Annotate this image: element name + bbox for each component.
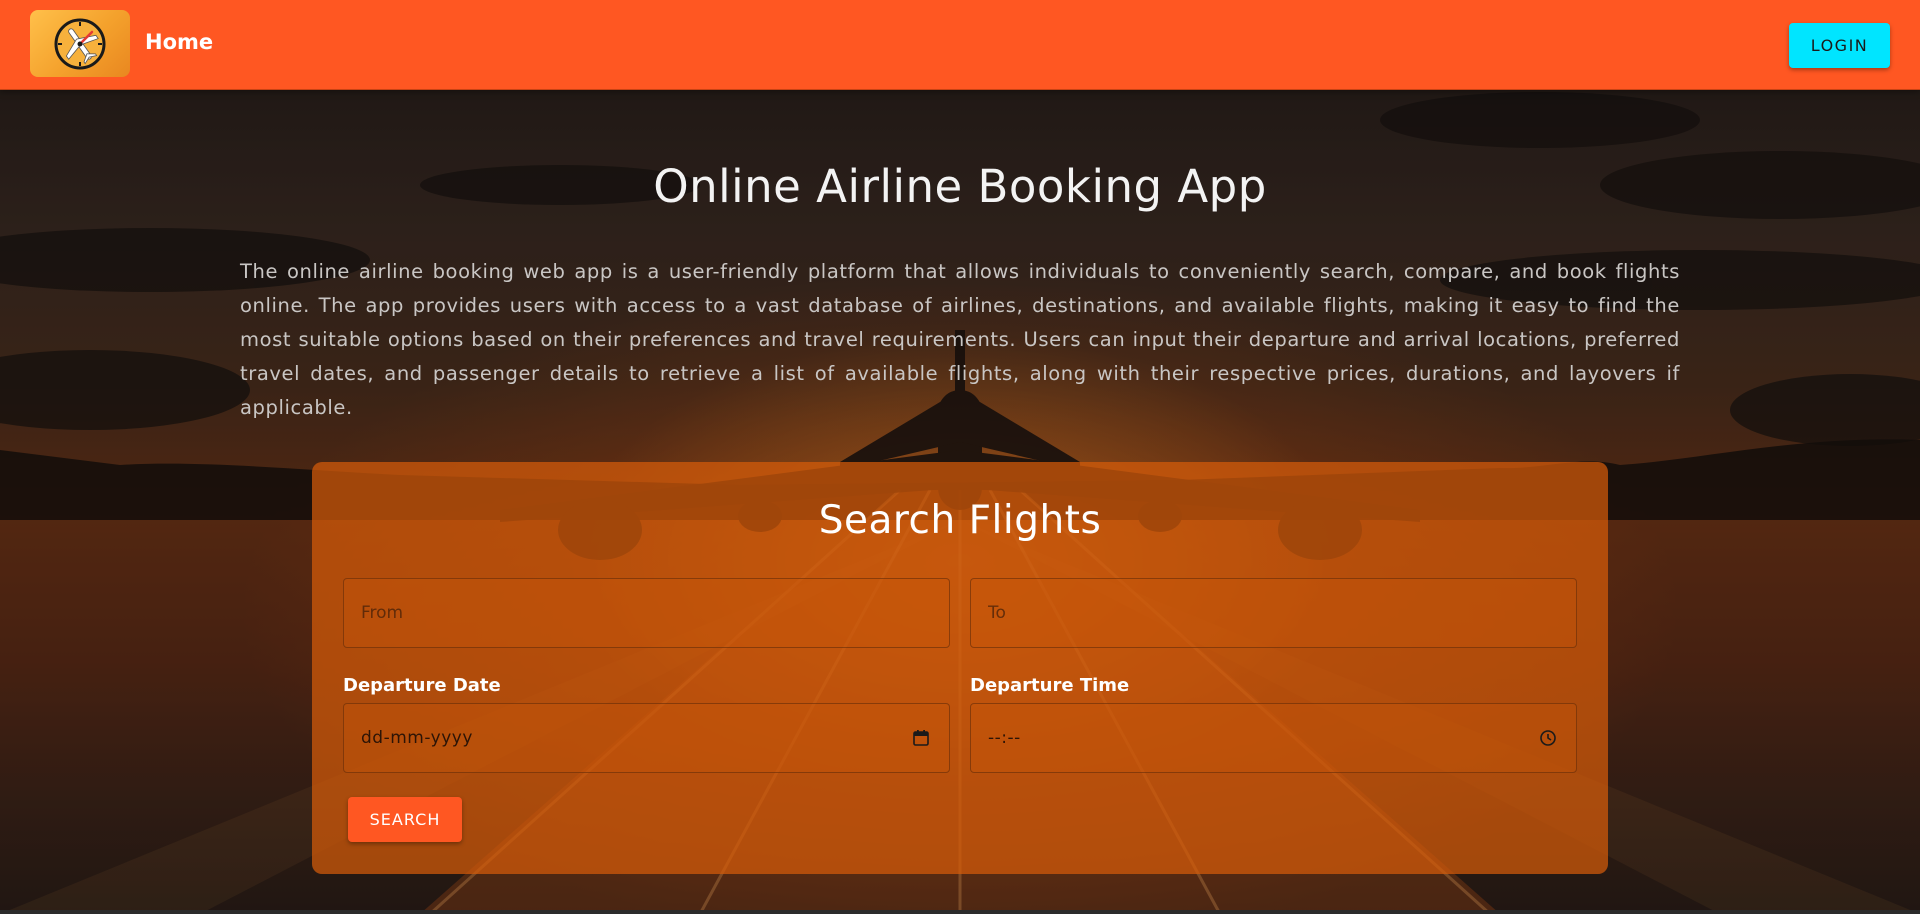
departure-time-field[interactable]: --:--	[970, 703, 1577, 773]
from-field[interactable]	[343, 578, 950, 648]
departure-time-value: --:--	[988, 728, 1021, 748]
login-button[interactable]: LOGIN	[1789, 23, 1890, 68]
departure-date-field[interactable]: dd-mm-yyyy	[343, 703, 950, 773]
top-navbar: Home LOGIN	[0, 0, 1920, 90]
search-button[interactable]: SEARCH	[348, 797, 462, 842]
departure-date-value: dd-mm-yyyy	[361, 728, 473, 748]
clock-icon[interactable]	[1537, 727, 1559, 749]
departure-time-label: Departure Time	[970, 675, 1130, 696]
app-logo[interactable]	[30, 10, 130, 77]
from-input[interactable]	[361, 603, 932, 623]
clock-plane-logo-icon	[54, 18, 106, 69]
departure-date-label: Departure Date	[343, 675, 501, 696]
search-card-title: Search Flights	[818, 498, 1102, 543]
page-title: Online Airline Booking App	[653, 160, 1267, 213]
nav-home-link[interactable]: Home	[145, 30, 213, 54]
page-description: The online airline booking web app is a …	[240, 260, 1680, 419]
to-field[interactable]	[970, 578, 1577, 648]
calendar-icon[interactable]	[910, 727, 932, 749]
to-input[interactable]	[988, 603, 1559, 623]
search-flights-card: Search Flights Departure Date Departure …	[312, 462, 1608, 874]
bottom-edge	[0, 910, 1920, 914]
